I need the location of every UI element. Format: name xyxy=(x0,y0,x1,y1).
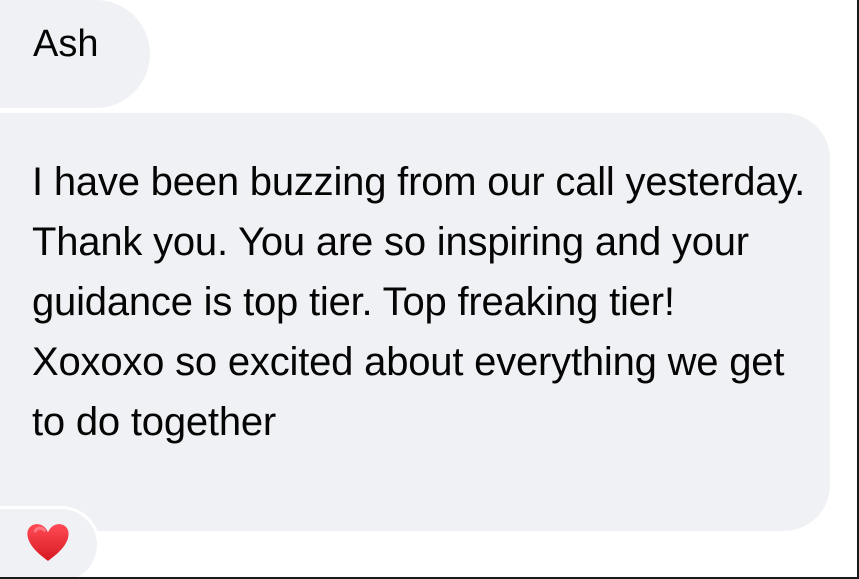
heart-icon xyxy=(27,524,69,561)
sender-name-bubble[interactable]: Ash xyxy=(0,0,150,108)
message-thread: Ash I have been buzzing from our call ye… xyxy=(0,0,859,579)
message-bubble[interactable]: I have been buzzing from our call yester… xyxy=(0,113,830,531)
sender-name: Ash xyxy=(33,23,99,65)
message-text: I have been buzzing from our call yester… xyxy=(32,160,806,444)
reaction-badge[interactable] xyxy=(0,509,97,577)
